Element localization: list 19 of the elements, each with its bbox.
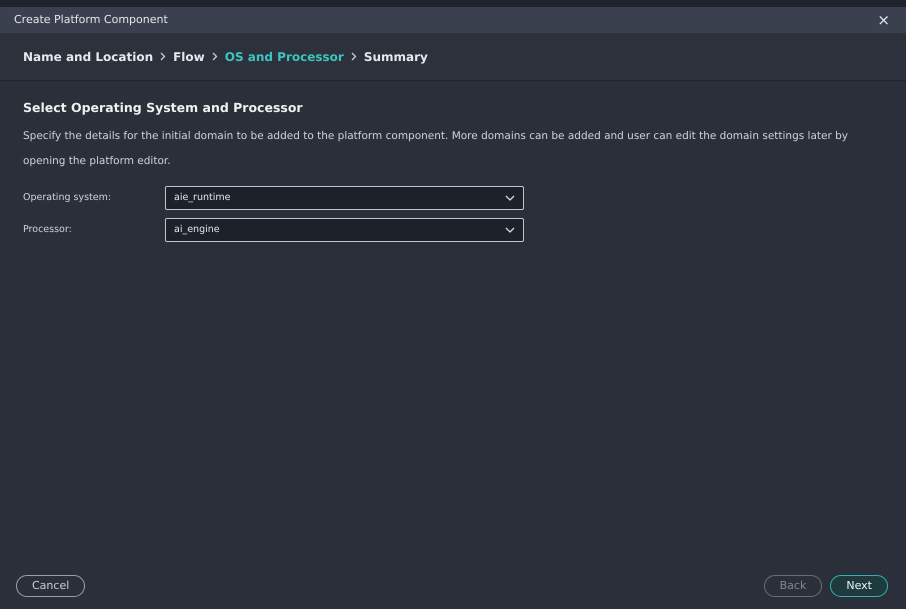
chevron-down-icon bbox=[505, 194, 515, 201]
chevron-down-icon bbox=[505, 226, 515, 233]
chevron-right-icon bbox=[160, 52, 166, 61]
wizard-step[interactable]: Summary bbox=[364, 48, 428, 66]
field-label: Processor: bbox=[23, 222, 73, 237]
cancel-button[interactable]: Cancel bbox=[16, 574, 86, 597]
description-text: Specify the details for the initial domain to be added to the platform component. More domains can be added and user can edit the domain settings later by opening the platform editor. bbox=[23, 128, 850, 169]
window-title: Create Platform Component bbox=[14, 12, 168, 28]
next-button[interactable]: Next bbox=[830, 574, 888, 597]
section-heading: Select Operating System and Processor bbox=[23, 99, 304, 117]
dropdown-field[interactable]: ai_engine bbox=[165, 218, 524, 242]
wizard-step[interactable]: OS and Processor bbox=[224, 48, 344, 66]
dropdown-field[interactable]: aie_runtime bbox=[165, 186, 524, 210]
chevron-right-icon bbox=[350, 52, 357, 61]
field-label: Operating system: bbox=[23, 190, 112, 205]
chevron-right-icon bbox=[212, 52, 218, 61]
wizard-step[interactable]: Flow bbox=[173, 48, 205, 66]
close-button[interactable]: × bbox=[875, 12, 892, 28]
wizard-step[interactable]: Name and Location bbox=[23, 48, 154, 66]
